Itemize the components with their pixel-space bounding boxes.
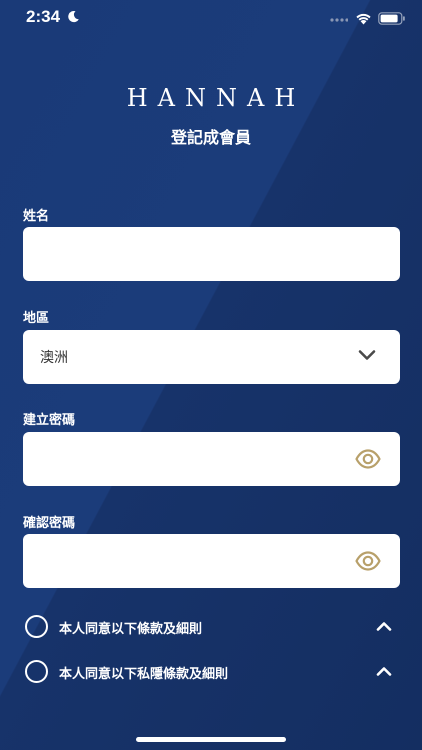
signal-icon [330, 18, 348, 22]
eye-icon[interactable] [355, 550, 381, 572]
eye-icon[interactable] [355, 448, 381, 470]
name-field[interactable] [23, 227, 343, 281]
confirm-password-label: 確認密碼 [23, 516, 76, 531]
brand-logo: HANNAH [126, 84, 306, 112]
status-time: 2:34 [26, 7, 61, 26]
privacy-label[interactable]: 本人同意以下私隱條款及細則 [59, 663, 228, 682]
chevron-up-icon[interactable] [376, 666, 392, 677]
wifi-icon [356, 13, 371, 25]
page-title: 登記成會員 [170, 128, 251, 147]
terms-checkbox[interactable] [25, 615, 48, 638]
home-indicator[interactable] [136, 737, 286, 742]
region-label: 地區 [23, 311, 50, 326]
status-bar: 2:34 [0, 0, 422, 36]
confirm-password-field[interactable] [23, 534, 343, 588]
password-label: 建立密碼 [23, 413, 76, 428]
chevron-up-icon[interactable] [376, 621, 392, 632]
moon-icon [68, 10, 79, 23]
password-field-container [23, 432, 400, 486]
terms-label[interactable]: 本人同意以下條款及細則 [59, 618, 202, 637]
battery-icon [378, 12, 405, 25]
password-field[interactable] [23, 432, 343, 486]
region-selected-value: 澳洲 [40, 350, 68, 366]
confirm-password-field-container [23, 534, 400, 588]
chevron-down-icon [358, 350, 376, 360]
name-field-container [23, 227, 400, 281]
name-label: 姓名 [23, 209, 50, 224]
terms-agreement-row: 本人同意以下條款及細則 [23, 614, 400, 640]
privacy-checkbox[interactable] [25, 660, 48, 683]
region-select[interactable]: 澳洲 [23, 330, 400, 384]
privacy-agreement-row: 本人同意以下私隱條款及細則 [23, 659, 400, 685]
